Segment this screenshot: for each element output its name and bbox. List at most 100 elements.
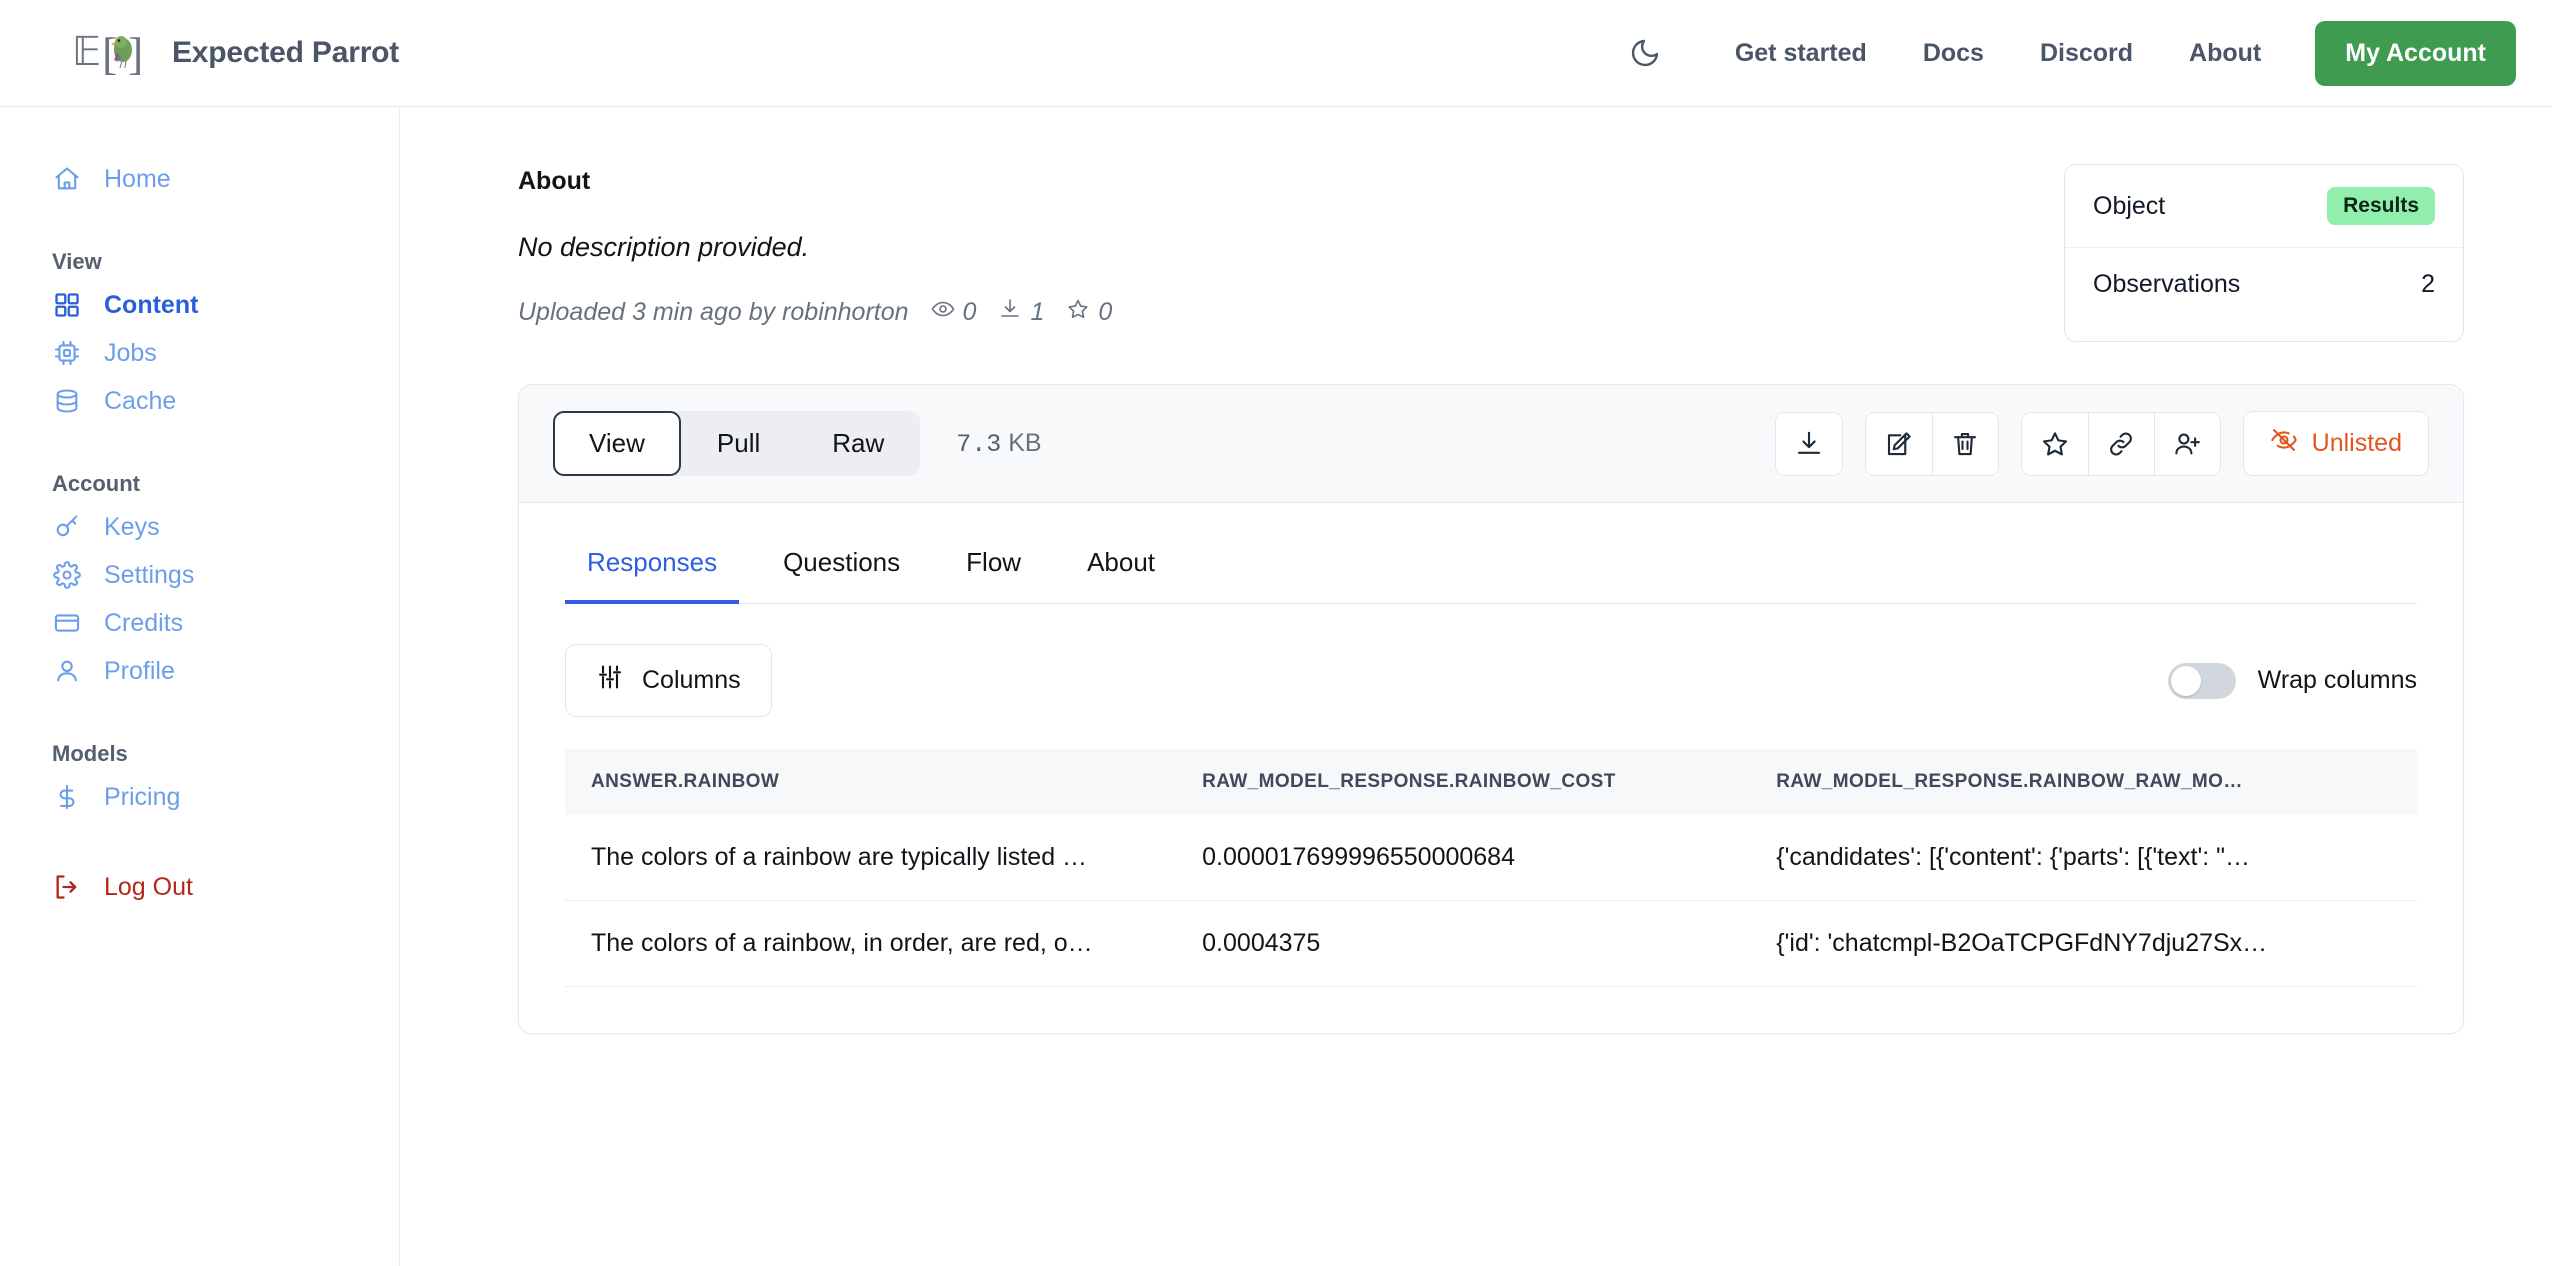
nav-link-about[interactable]: About [2161,39,2289,68]
tab-about[interactable]: About [1065,547,1177,604]
tab-questions[interactable]: Questions [761,547,922,604]
toggle-knob [2170,665,2201,696]
columns-button[interactable]: Columns [565,644,772,717]
sidebar-group-models: Models [52,741,128,766]
responses-table: ANSWER.RAINBOW RAW_MODEL_RESPONSE.RAINBO… [565,749,2417,987]
object-info-card: Object Results Observations 2 [2064,164,2464,342]
home-icon [52,164,82,194]
viewer-body: Responses Questions Flow About Columns W… [519,503,2463,1033]
link-icon[interactable] [2087,412,2154,475]
cell-answer: The colors of a rainbow, in order, are r… [565,900,1177,987]
object-viewer-card: View Pull Raw 7.3 KB Unlisted Responses … [518,384,2464,1034]
column-header-answer[interactable]: ANSWER.RAINBOW [565,749,1177,815]
stars-stat: 0 [1066,297,1112,328]
sidebar-item-profile[interactable]: Profile [0,647,399,695]
sidebar-item-label: Cache [104,386,177,415]
trash-icon[interactable] [1931,412,1998,475]
downloads-stat: 1 [998,297,1044,328]
svg-text:𝔼: 𝔼 [72,29,101,74]
segment-view[interactable]: View [553,411,681,476]
file-size: 7.3 KB [956,429,1041,459]
table-controls: Columns Wrap columns [565,604,2417,749]
wrap-columns-toggle[interactable] [2167,662,2236,699]
sidebar: Home View Content Jobs Cache Account Key… [0,107,400,1266]
credit-card-icon [52,608,82,638]
sidebar-item-label: Content [104,290,199,319]
object-label: Object [2093,191,2166,220]
sidebar-item-label: Home [104,164,171,193]
gear-icon [52,560,82,590]
views-count: 0 [962,298,977,326]
primary-nav: Get started Docs Discord About My Accoun… [1617,20,2516,86]
moon-icon[interactable] [1617,25,1673,81]
cell-raw: {'id': 'chatcmpl-B2OaTCPGFdNY7dju27Sx… [1750,900,2417,987]
eye-icon [931,297,955,328]
sidebar-group-account: Account [52,471,140,496]
main-content: About No description provided. Uploaded … [400,107,2552,1266]
nav-link-discord[interactable]: Discord [2012,39,2161,68]
viewer-tabs: Responses Questions Flow About [565,503,2417,604]
viewer-toolbar: View Pull Raw 7.3 KB Unlisted [519,385,2463,503]
status-badge: Results [2327,187,2435,225]
add-user-icon[interactable] [2153,412,2220,475]
download-icon[interactable] [1775,412,1842,475]
sidebar-item-cache[interactable]: Cache [0,377,399,425]
tab-flow[interactable]: Flow [944,547,1043,604]
dollar-icon [52,782,82,812]
edit-icon[interactable] [1865,412,1932,475]
star-icon[interactable] [2021,412,2088,475]
segment-raw[interactable]: Raw [796,411,920,476]
sidebar-item-label: Jobs [104,338,157,367]
edit-delete-group [1864,411,1999,476]
about-heading: About [518,167,591,195]
cell-cost: 0.000017699996550000684 [1176,815,1751,901]
visibility-label: Unlisted [2311,429,2402,457]
sidebar-item-label: Settings [104,560,195,589]
nav-link-docs[interactable]: Docs [1895,39,2012,68]
observations-row: Observations 2 [2065,248,2463,341]
cell-raw: {'candidates': [{'content': {'parts': [{… [1750,815,2417,901]
tab-responses[interactable]: Responses [565,547,740,604]
sidebar-item-label: Log Out [104,872,193,901]
object-type-row: Object Results [2065,165,2463,248]
logout-icon [52,872,82,902]
cell-answer: The colors of a rainbow are typically li… [565,815,1177,901]
table-head: ANSWER.RAINBOW RAW_MODEL_RESPONSE.RAINBO… [565,749,2417,815]
column-header-cost[interactable]: RAW_MODEL_RESPONSE.RAINBOW_COST [1176,749,1751,815]
table-row[interactable]: The colors of a rainbow, in order, are r… [565,900,2417,987]
visibility-button[interactable]: Unlisted [2242,411,2429,476]
wrap-columns-label: Wrap columns [2257,666,2417,694]
sliders-icon [596,663,624,698]
sidebar-item-home[interactable]: Home [0,155,399,203]
observations-value: 2 [2421,270,2435,298]
cell-cost: 0.0004375 [1176,900,1751,987]
sidebar-item-label: Credits [104,608,184,637]
view-mode-segmented-control: View Pull Raw [553,411,921,476]
file-size-number: 7.3 [956,429,1002,459]
sidebar-item-credits[interactable]: Credits [0,599,399,647]
sidebar-item-keys[interactable]: Keys [0,503,399,551]
segment-pull[interactable]: Pull [681,411,796,476]
upload-metadata: Uploaded 3 min ago by robinhorton 0 1 0 [518,297,2064,328]
columns-button-label: Columns [642,666,741,694]
cpu-icon [52,338,82,368]
sidebar-item-content[interactable]: Content [0,281,399,329]
sidebar-item-pricing[interactable]: Pricing [0,773,399,821]
download-group [1774,411,1843,476]
sidebar-item-jobs[interactable]: Jobs [0,329,399,377]
sidebar-item-logout[interactable]: Log Out [0,863,399,911]
nav-link-get-started[interactable]: Get started [1707,39,1895,68]
table-body: The colors of a rainbow are typically li… [565,815,2417,987]
eye-off-icon [2270,426,2298,461]
sidebar-item-settings[interactable]: Settings [0,551,399,599]
database-icon [52,386,82,416]
user-icon [52,656,82,686]
uploaded-text: Uploaded 3 min ago by robinhorton [518,298,909,326]
about-description: No description provided. [518,232,810,262]
table-row[interactable]: The colors of a rainbow are typically li… [565,815,2417,901]
column-header-raw-response[interactable]: RAW_MODEL_RESPONSE.RAINBOW_RAW_MO… [1750,749,2417,815]
sidebar-item-label: Keys [104,512,160,541]
brand-logo[interactable]: 𝔼 [ ] Expected Parrot [72,24,399,82]
my-account-button[interactable]: My Account [2315,20,2516,86]
views-stat: 0 [931,297,977,328]
